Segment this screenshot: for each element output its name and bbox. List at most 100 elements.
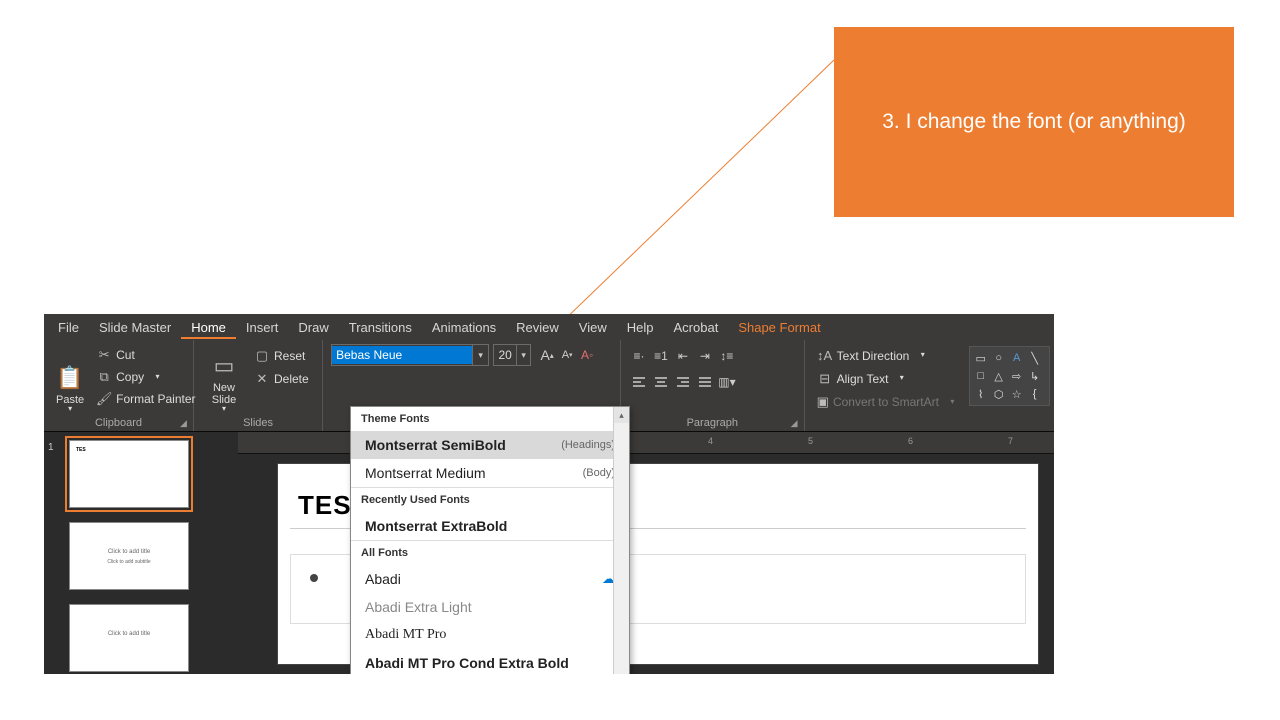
thumb-title: Click to add title bbox=[70, 631, 188, 637]
align-text-button[interactable]: ⊟Align Text ▾ bbox=[813, 369, 957, 389]
font-option-abadi-mt-pro[interactable]: Abadi MT Pro bbox=[351, 621, 629, 649]
shape-arrow-icon[interactable]: ⇨ bbox=[1009, 368, 1025, 384]
columns-button[interactable]: ▥▾ bbox=[717, 372, 737, 392]
new-slide-icon: ▭ bbox=[210, 350, 238, 382]
font-option-abadi[interactable]: Abadi ☁ bbox=[351, 565, 629, 593]
slide-thumbnail-2[interactable]: Click to add title Click to add subtitle bbox=[69, 522, 189, 590]
decrease-font-button[interactable]: A▾ bbox=[557, 345, 577, 365]
tab-file[interactable]: File bbox=[48, 316, 89, 339]
tab-shape-format[interactable]: Shape Format bbox=[728, 316, 830, 339]
tab-help[interactable]: Help bbox=[617, 316, 664, 339]
cut-label: Cut bbox=[116, 348, 135, 362]
bullets-button[interactable]: ≡· bbox=[629, 346, 649, 366]
vertical-ruler bbox=[214, 432, 238, 674]
shape-triangle-icon[interactable]: △ bbox=[991, 368, 1007, 384]
slide-thumbnail-1[interactable]: TES bbox=[69, 440, 189, 508]
copy-button[interactable]: ⧉Copy ▾ bbox=[92, 367, 199, 387]
shape-square-icon[interactable]: □ bbox=[973, 368, 989, 384]
font-dropdown-panel: ▴ Theme Fonts Montserrat SemiBold (Headi… bbox=[350, 406, 630, 674]
shape-textbox-icon[interactable]: A bbox=[1009, 350, 1025, 366]
align-right-button[interactable] bbox=[673, 372, 693, 392]
shape-star-icon[interactable]: ☆ bbox=[1009, 386, 1025, 402]
new-slide-button[interactable]: ▭ New Slide ▾ bbox=[202, 344, 246, 415]
ruler-mark: 7 bbox=[1008, 436, 1013, 446]
convert-smartart-button[interactable]: ▣Convert to SmartArt ▾ bbox=[813, 392, 957, 412]
cut-button[interactable]: ✂Cut bbox=[92, 345, 199, 365]
shape-connector-icon[interactable]: ↳ bbox=[1027, 368, 1043, 384]
font-hint-label: (Body) bbox=[583, 467, 615, 479]
reset-icon: ▢ bbox=[254, 348, 270, 364]
font-hint-label: (Headings) bbox=[561, 439, 615, 451]
dialog-launcher-icon[interactable]: ◢ bbox=[180, 418, 190, 428]
numbering-button[interactable]: ≡1 bbox=[651, 346, 671, 366]
tab-animations[interactable]: Animations bbox=[422, 316, 506, 339]
format-painter-button[interactable]: 🖌Format Painter bbox=[92, 389, 199, 409]
ruler-mark: 4 bbox=[708, 436, 713, 446]
group-label-clipboard: Clipboard bbox=[52, 417, 185, 429]
smartart-icon: ▣ bbox=[817, 394, 829, 410]
delete-label: Delete bbox=[274, 372, 309, 386]
paste-button[interactable]: 📋 Paste ▾ bbox=[52, 344, 88, 415]
font-option-abadi-mt-pro-cond[interactable]: Abadi MT Pro Cond Extra Bold bbox=[351, 649, 629, 674]
font-name-combo[interactable]: ▾ bbox=[331, 344, 489, 366]
tab-home[interactable]: Home bbox=[181, 316, 236, 339]
increase-indent-button[interactable]: ⇥ bbox=[695, 346, 715, 366]
delete-button[interactable]: ✕Delete bbox=[250, 369, 313, 389]
shapes-gallery[interactable]: ▭ ○ A ╲ □ △ ⇨ ↳ ⌇ ⬡ ☆ { bbox=[969, 346, 1050, 406]
slide-thumbnail-3[interactable]: Click to add title bbox=[69, 604, 189, 672]
text-direction-button[interactable]: ↕AText Direction ▾ bbox=[813, 346, 957, 366]
font-name-label: Montserrat Medium bbox=[365, 465, 486, 481]
font-option-montserrat-medium[interactable]: Montserrat Medium (Body) bbox=[351, 459, 629, 487]
tab-review[interactable]: Review bbox=[506, 316, 569, 339]
decrease-indent-button[interactable]: ⇤ bbox=[673, 346, 693, 366]
shape-hex-icon[interactable]: ⬡ bbox=[991, 386, 1007, 402]
powerpoint-window: File Slide Master Home Insert Draw Trans… bbox=[44, 314, 1054, 674]
bullet-icon bbox=[310, 574, 318, 582]
font-size-input[interactable] bbox=[494, 347, 516, 363]
clear-formatting-button[interactable]: A◦ bbox=[577, 345, 597, 365]
font-size-dropdown[interactable]: ▾ bbox=[516, 345, 530, 365]
tab-draw[interactable]: Draw bbox=[288, 316, 338, 339]
text-direction-icon: ↕A bbox=[817, 348, 833, 364]
group-slides: ▭ New Slide ▾ ▢Reset ✕Delete Slides bbox=[194, 340, 323, 431]
shape-circle-icon[interactable]: ○ bbox=[991, 350, 1007, 366]
group-label-paragraph: Paragraph bbox=[629, 417, 796, 429]
font-name-dropdown[interactable]: ▾ bbox=[472, 345, 488, 365]
increase-font-button[interactable]: A▴ bbox=[537, 345, 557, 365]
font-name-label: Abadi bbox=[365, 571, 401, 587]
tab-slide-master[interactable]: Slide Master bbox=[89, 316, 181, 339]
scroll-up-icon[interactable]: ▴ bbox=[614, 407, 629, 423]
painter-label: Format Painter bbox=[116, 392, 195, 406]
tab-acrobat[interactable]: Acrobat bbox=[664, 316, 729, 339]
scrollbar[interactable]: ▴ bbox=[613, 407, 629, 674]
tab-transitions[interactable]: Transitions bbox=[339, 316, 422, 339]
slide-title-text[interactable]: TES bbox=[298, 490, 352, 521]
font-option-montserrat-semibold[interactable]: Montserrat SemiBold (Headings) bbox=[351, 431, 629, 459]
annotation-text: 3. I change the font (or anything) bbox=[882, 110, 1186, 134]
shape-curve-icon[interactable]: ⌇ bbox=[973, 386, 989, 402]
font-option-abadi-extra-light[interactable]: Abadi Extra Light bbox=[351, 593, 629, 621]
font-name-input[interactable] bbox=[332, 346, 472, 364]
reset-button[interactable]: ▢Reset bbox=[250, 346, 313, 366]
group-shapes: ▭ ○ A ╲ □ △ ⇨ ↳ ⌇ ⬡ ☆ { bbox=[965, 340, 1054, 431]
font-name-label: Montserrat SemiBold bbox=[365, 437, 506, 453]
align-center-button[interactable] bbox=[651, 372, 671, 392]
thumb-title: TES bbox=[76, 447, 86, 453]
font-size-combo[interactable]: ▾ bbox=[493, 344, 531, 366]
slide-thumbnails-pane: 1 TES Click to add title Click to add su… bbox=[44, 432, 214, 674]
font-name-label: Montserrat ExtraBold bbox=[365, 518, 507, 534]
shape-brace-icon[interactable]: { bbox=[1027, 386, 1043, 402]
dialog-launcher-icon[interactable]: ◢ bbox=[791, 418, 801, 428]
all-fonts-header: All Fonts bbox=[351, 541, 629, 565]
font-option-montserrat-extrabold[interactable]: Montserrat ExtraBold bbox=[351, 512, 629, 540]
tab-insert[interactable]: Insert bbox=[236, 316, 289, 339]
line-spacing-button[interactable]: ↕≡ bbox=[717, 346, 737, 366]
shape-rect-icon[interactable]: ▭ bbox=[973, 350, 989, 366]
shape-line-icon[interactable]: ╲ bbox=[1027, 350, 1043, 366]
chevron-down-icon: ▾ bbox=[68, 404, 72, 413]
tab-view[interactable]: View bbox=[569, 316, 617, 339]
align-left-button[interactable] bbox=[629, 372, 649, 392]
font-name-label: Abadi MT Pro bbox=[365, 627, 446, 643]
justify-button[interactable] bbox=[695, 372, 715, 392]
ruler-mark: 5 bbox=[808, 436, 813, 446]
